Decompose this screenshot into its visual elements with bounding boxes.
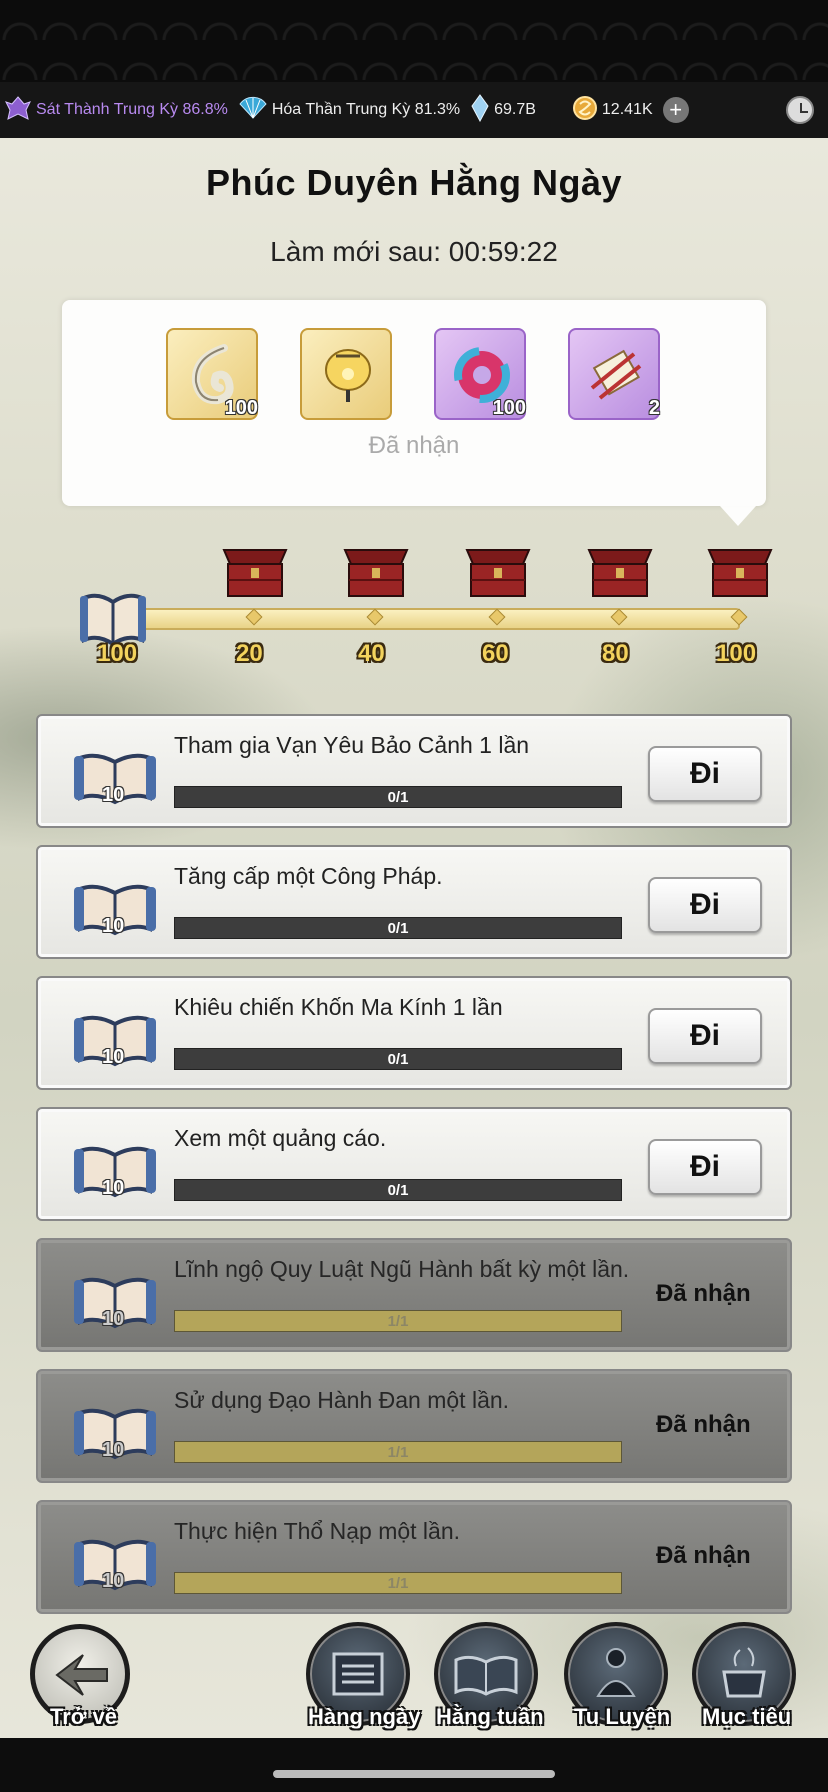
buff-sat-thanh[interactable]: Sát Thành Trung Kỳ 86.8%: [4, 94, 228, 127]
refresh-timer: Làm mới sau: 00:59:22: [270, 236, 558, 267]
milestone-label: 60: [482, 640, 509, 667]
task-description: Lĩnh ngộ Quy Luật Ngũ Hành bất kỳ một lầ…: [174, 1256, 630, 1282]
task-claimed-label: Đã nhận: [656, 1411, 751, 1438]
bottom-strip: [0, 1738, 828, 1792]
task-progress-bar: 0/1: [174, 1048, 622, 1070]
task-card: 10 Xem một quảng cáo. 0/1 Đi: [36, 1107, 792, 1221]
task-reward: 10: [102, 784, 125, 806]
fan-icon: [238, 96, 268, 125]
activity-current-value: 100: [97, 640, 138, 667]
buff-label: Hóa Thần Trung Kỳ 81.3%: [271, 101, 461, 118]
go-button[interactable]: Đi: [648, 1008, 762, 1064]
nav-weekly-label: Hằng tuần: [436, 1704, 544, 1729]
page-title: Phúc Duyên Hằng Ngày: [205, 162, 623, 203]
task-reward: 10: [102, 1177, 125, 1199]
task-progress-bar: 1/1: [174, 1310, 622, 1332]
lantern-icon: [325, 349, 371, 402]
add-coin-button[interactable]: +: [662, 97, 689, 123]
back-label: Trở về: [50, 1704, 118, 1729]
task-reward: 10: [102, 1439, 125, 1461]
task-card: 10 Tham gia Vạn Yêu Bảo Cảnh 1 lần 0/1 Đi: [36, 714, 792, 828]
milestone-label: 40: [358, 640, 385, 667]
reward-qty: 2: [648, 397, 660, 419]
task-reward: 10: [102, 1308, 125, 1330]
milestone-label: 100: [716, 640, 757, 667]
scroll-icon: [590, 349, 642, 400]
coin-counter[interactable]: 12.41K +: [572, 95, 689, 126]
task-reward: 10: [102, 1046, 125, 1068]
reward-items: 100 100 2: [166, 328, 660, 420]
task-reward: 10: [102, 1570, 125, 1592]
nav-cultivation-label: Tu Luyện: [574, 1704, 671, 1729]
task-card: 10 Thực hiện Thổ Nạp một lần. 1/1 Đã nhận: [36, 1500, 792, 1614]
buff-hoa-than[interactable]: Hóa Thần Trung Kỳ 81.3%: [238, 96, 460, 125]
home-indicator[interactable]: [273, 1770, 555, 1778]
task-progress-bar: 0/1: [174, 786, 622, 808]
crystal-icon: [470, 93, 490, 127]
nav-goal-label: Mục tiêu: [702, 1704, 792, 1729]
reward-status: Đã nhận: [368, 432, 460, 459]
reward-item[interactable]: 100: [434, 328, 526, 420]
reward-item[interactable]: 100: [166, 328, 258, 420]
reward-item[interactable]: [300, 328, 392, 420]
nav-daily-label: Hàng ngày: [308, 1704, 421, 1729]
task-description: Xem một quảng cáo.: [174, 1125, 387, 1151]
go-button[interactable]: Đi: [648, 877, 762, 933]
coin-icon: [572, 95, 598, 126]
task-description: Tham gia Vạn Yêu Bảo Cảnh 1 lần: [174, 732, 530, 758]
reward-item[interactable]: 2: [568, 328, 660, 420]
resource-bar: Sát Thành Trung Kỳ 86.8% Hóa Thần Trung …: [0, 82, 828, 138]
task-description: Tăng cấp một Công Pháp.: [174, 863, 443, 889]
reward-panel: 100 100 2 Đã nhận: [62, 300, 766, 526]
chest-icon[interactable]: [463, 540, 533, 598]
milestone-label: 20: [236, 640, 263, 667]
task-card: 10 Tăng cấp một Công Pháp. 0/1 Đi: [36, 845, 792, 959]
task-description: Thực hiện Thổ Nạp một lần.: [174, 1518, 461, 1544]
task-progress-bar: 1/1: [174, 1441, 622, 1463]
go-button[interactable]: Đi: [648, 746, 762, 802]
task-progress-bar: 0/1: [174, 917, 622, 939]
top-decor-band: [0, 0, 828, 82]
milestone-label: 80: [602, 640, 629, 667]
task-description: Khiêu chiến Khốn Ma Kính 1 lần: [174, 994, 503, 1020]
task-progress-bar: 1/1: [174, 1572, 622, 1594]
reward-qty: 100: [492, 397, 526, 419]
chest-icon[interactable]: [341, 540, 411, 598]
task-card: 10 Lĩnh ngộ Quy Luật Ngũ Hành bất kỳ một …: [36, 1238, 792, 1352]
task-description: Sử dụng Đạo Hành Đan một lần.: [174, 1387, 510, 1413]
task-claimed-label: Đã nhận: [656, 1542, 751, 1569]
task-reward: 10: [102, 915, 125, 937]
go-button[interactable]: Đi: [648, 1139, 762, 1195]
activity-progress-track: [128, 608, 740, 630]
demon-icon: [4, 94, 32, 127]
task-claimed-label: Đã nhận: [656, 1280, 751, 1307]
task-progress-bar: 0/1: [174, 1179, 622, 1201]
task-card: 10 Sử dụng Đạo Hành Đan một lần. 1/1 Đã nhậ…: [36, 1369, 792, 1483]
chest-icon[interactable]: [585, 540, 655, 598]
crystal-value: 69.7B: [494, 101, 536, 118]
chest-icon[interactable]: [705, 540, 775, 598]
task-card: 10 Khiêu chiến Khốn Ma Kính 1 lần 0/1 Đi: [36, 976, 792, 1090]
reward-qty: 100: [224, 397, 258, 419]
coin-value: 12.41K: [601, 101, 653, 118]
chest-icon[interactable]: [220, 540, 290, 598]
buff-label: Sát Thành Trung Kỳ 86.8%: [36, 101, 228, 118]
clock-icon[interactable]: [786, 96, 814, 124]
crystal-counter[interactable]: 69.7B: [470, 93, 536, 127]
